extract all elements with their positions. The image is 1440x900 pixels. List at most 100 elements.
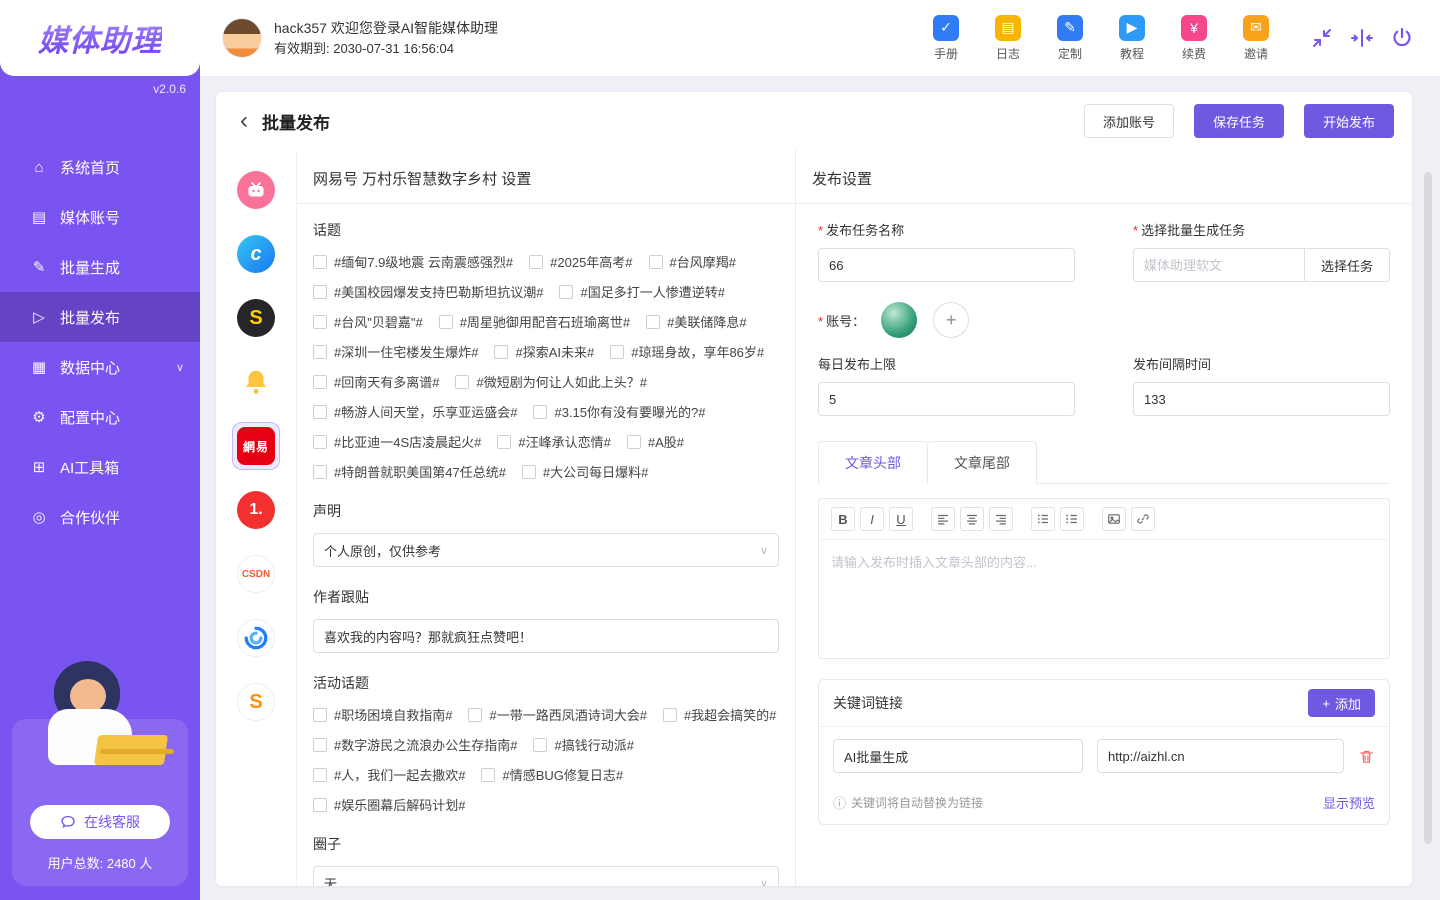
sidebar-item-ai-toolbox[interactable]: ⊞ AI工具箱 (0, 442, 200, 492)
topic-option[interactable]: #缅甸7.9级地震 云南震感强烈# (313, 252, 513, 271)
sidebar-item-data-center[interactable]: ▦ 数据中心 ∨ (0, 342, 200, 392)
checkbox-icon[interactable] (529, 255, 543, 269)
checkbox-icon[interactable] (313, 285, 327, 299)
topic-option[interactable]: #微短剧为何让人如此上头？# (455, 372, 646, 391)
underline-button[interactable]: U (889, 507, 913, 531)
shortcut-invite[interactable]: ✉ 邀请 (1236, 15, 1276, 62)
checkbox-icon[interactable] (522, 465, 536, 479)
account-avatar[interactable] (881, 302, 917, 338)
checkbox-icon[interactable] (313, 315, 327, 329)
platform-bilibili[interactable] (232, 166, 280, 214)
tab-article-header[interactable]: 文章头部 (818, 441, 928, 484)
topic-option[interactable]: #汪峰承认恋情# (497, 432, 610, 451)
checkbox-icon[interactable] (439, 315, 453, 329)
keyword-url-input[interactable] (1097, 739, 1344, 773)
bold-button[interactable]: B (831, 507, 855, 531)
align-right-icon[interactable] (989, 507, 1013, 531)
checkbox-icon[interactable] (313, 738, 327, 752)
platform-sogou[interactable]: S (232, 294, 280, 342)
insert-link-icon[interactable] (1131, 507, 1155, 531)
topic-option[interactable]: #回南天有多离谱# (313, 372, 439, 391)
checkbox-icon[interactable] (468, 708, 482, 722)
editor-content[interactable]: 请输入发布时插入文章头部的内容... (819, 540, 1389, 658)
checkbox-icon[interactable] (559, 285, 573, 299)
task-name-input[interactable] (818, 248, 1075, 282)
checkbox-icon[interactable] (610, 345, 624, 359)
topic-option[interactable]: #大公司每日爆料# (522, 462, 648, 481)
activity-topic-option[interactable]: #一带一路西凤酒诗词大会# (468, 705, 646, 724)
shortcut-renew[interactable]: ¥ 续费 (1174, 15, 1214, 62)
checkbox-icon[interactable] (313, 768, 327, 782)
author-reply-input[interactable] (313, 619, 779, 653)
checkbox-icon[interactable] (455, 375, 469, 389)
platform-sohu[interactable]: S (232, 678, 280, 726)
platform-swirl[interactable] (232, 614, 280, 662)
topic-option[interactable]: #深圳一住宅楼发生爆炸# (313, 342, 478, 361)
platform-yidian[interactable]: 1. (232, 486, 280, 534)
topic-option[interactable]: #特朗普就职美国第47任总统# (313, 462, 506, 481)
activity-topic-option[interactable]: #情感BUG修复日志# (481, 765, 623, 784)
scrollbar-thumb[interactable] (1424, 172, 1432, 844)
statement-select[interactable]: 个人原创，仅供参考 ∨ (313, 533, 779, 567)
shortcut-logs[interactable]: ▤ 日志 (988, 15, 1028, 62)
add-account-button[interactable]: 添加账号 (1084, 104, 1174, 138)
shortcut-tutorial[interactable]: ▶ 教程 (1112, 15, 1152, 62)
topic-option[interactable]: #琼瑶身故，享年86岁# (610, 342, 764, 361)
shortcut-manual[interactable]: ✓ 手册 (926, 15, 966, 62)
checkbox-icon[interactable] (313, 405, 327, 419)
italic-button[interactable]: I (860, 507, 884, 531)
topic-option[interactable]: #畅游人间天堂，乐享亚运盛会# (313, 402, 517, 421)
fit-window-icon[interactable] (1350, 26, 1374, 50)
activity-topic-option[interactable]: #我超会搞笑的# (663, 705, 776, 724)
activity-topic-option[interactable]: #人，我们一起去撒欢# (313, 765, 465, 784)
checkbox-icon[interactable] (646, 315, 660, 329)
platform-csdn[interactable]: CSDN (232, 550, 280, 598)
online-support-button[interactable]: 在线客服 (30, 805, 170, 839)
select-task-button[interactable]: 选择任务 (1305, 248, 1390, 282)
topic-option[interactable]: #国足多打一人惨遭逆转# (559, 282, 724, 301)
checkbox-icon[interactable] (313, 708, 327, 722)
activity-topic-option[interactable]: #娱乐圈幕后解码计划# (313, 795, 465, 814)
topic-option[interactable]: #探索AI未来# (494, 342, 594, 361)
save-task-button[interactable]: 保存任务 (1194, 104, 1284, 138)
platform-bell[interactable] (232, 358, 280, 406)
platform-netease[interactable]: 網易 (232, 422, 280, 470)
checkbox-icon[interactable] (313, 798, 327, 812)
user-avatar[interactable] (222, 18, 262, 58)
topic-option[interactable]: #台风摩羯# (649, 252, 736, 271)
checkbox-icon[interactable] (313, 345, 327, 359)
checkbox-icon[interactable] (313, 255, 327, 269)
topic-option[interactable]: #周星驰御用配音石班瑜离世# (439, 312, 630, 331)
start-publish-button[interactable]: 开始发布 (1304, 104, 1394, 138)
ordered-list-icon[interactable] (1060, 507, 1084, 531)
circle-select[interactable]: 无 ∨ (313, 866, 779, 886)
unordered-list-icon[interactable] (1031, 507, 1055, 531)
topic-option[interactable]: #台风"贝碧嘉"# (313, 312, 423, 331)
shortcut-custom[interactable]: ✎ 定制 (1050, 15, 1090, 62)
sidebar-item-batch-publish[interactable]: ▷ 批量发布 (0, 292, 200, 342)
sidebar-item-config-center[interactable]: ⚙ 配置中心 (0, 392, 200, 442)
activity-topic-option[interactable]: #职场困境自救指南# (313, 705, 452, 724)
align-left-icon[interactable] (931, 507, 955, 531)
gen-task-input[interactable] (1133, 248, 1305, 282)
compress-window-icon[interactable] (1310, 26, 1334, 50)
sidebar-item-partners[interactable]: ◎ 合作伙伴 (0, 492, 200, 542)
activity-topic-option[interactable]: #数字游民之流浪办公生存指南# (313, 735, 517, 754)
align-center-icon[interactable] (960, 507, 984, 531)
platform-blue[interactable]: c (232, 230, 280, 278)
checkbox-icon[interactable] (494, 345, 508, 359)
sidebar-item-batch-generate[interactable]: ✎ 批量生成 (0, 242, 200, 292)
insert-image-icon[interactable] (1102, 507, 1126, 531)
add-keyword-button[interactable]: + 添加 (1308, 689, 1375, 717)
topic-option[interactable]: #A股# (627, 432, 684, 451)
checkbox-icon[interactable] (481, 768, 495, 782)
topic-option[interactable]: #美联储降息# (646, 312, 746, 331)
checkbox-icon[interactable] (497, 435, 511, 449)
checkbox-icon[interactable] (627, 435, 641, 449)
sidebar-item-media-accounts[interactable]: ▤ 媒体账号 (0, 192, 200, 242)
topic-option[interactable]: #比亚迪一4S店凌晨起火# (313, 432, 481, 451)
show-preview-link[interactable]: 显示预览 (1323, 793, 1375, 812)
checkbox-icon[interactable] (313, 375, 327, 389)
interval-input[interactable] (1133, 382, 1390, 416)
topic-option[interactable]: #3.15你有没有要曝光的?# (533, 402, 705, 421)
